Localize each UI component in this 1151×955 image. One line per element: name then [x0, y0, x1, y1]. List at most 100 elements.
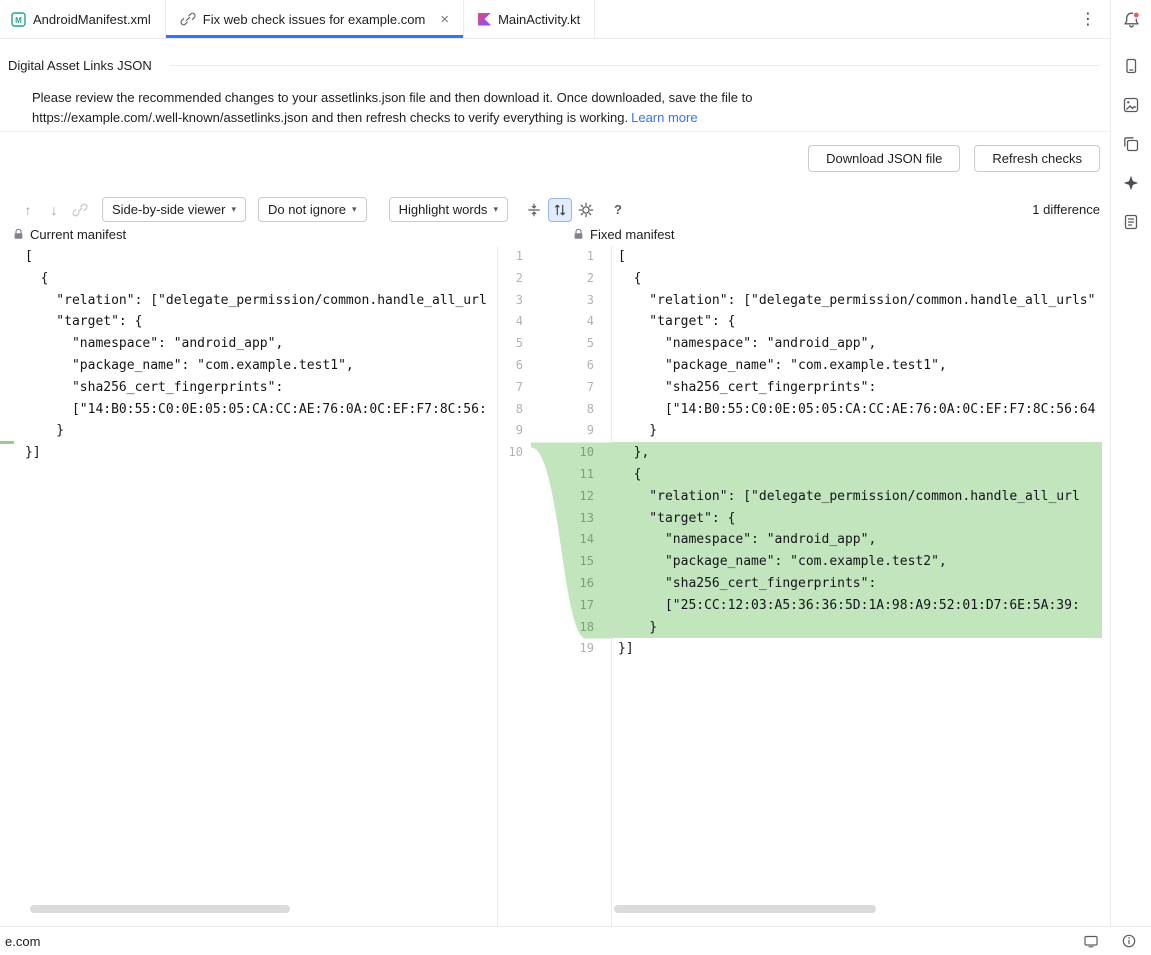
line-number: 7 — [560, 377, 594, 399]
line-number: 3 — [560, 290, 594, 312]
gemini-sparkle-icon — [1122, 174, 1140, 192]
layers-icon — [1122, 135, 1140, 153]
jump-to-source-icon[interactable] — [68, 198, 92, 222]
notifications-button[interactable] — [1118, 7, 1144, 33]
code-line: "namespace": "android_app", — [612, 333, 1102, 355]
right-pane-title: Fixed manifest — [590, 227, 675, 242]
left-horizontal-scrollbar[interactable] — [30, 905, 290, 913]
tab-label: AndroidManifest.xml — [33, 12, 151, 27]
viewer-mode-value: Side-by-side viewer — [112, 202, 225, 217]
right-horizontal-scrollbar[interactable] — [614, 905, 876, 913]
app-quality-insights-button[interactable] — [1118, 209, 1144, 235]
ignore-policy-value: Do not ignore — [268, 202, 346, 217]
code-line: ["14:B0:55:C0:0E:05:05:CA:CC:AE:76:0A:0C… — [0, 399, 497, 421]
diff-viewer: [ { "relation": ["delegate_permission/co… — [0, 246, 1110, 926]
line-number: 18 — [560, 617, 594, 639]
code-line: "sha256_cert_fingerprints": — [612, 377, 1102, 399]
left-pane-title: Current manifest — [30, 227, 126, 242]
section-title: Digital Asset Links JSON — [8, 58, 152, 73]
code-line: { — [612, 268, 1102, 290]
line-number: 13 — [560, 508, 594, 530]
section-title-rule — [170, 65, 1100, 66]
code-line: }] — [612, 638, 1102, 660]
refresh-checks-button[interactable]: Refresh checks — [974, 145, 1100, 172]
code-line: "target": { — [612, 311, 1102, 333]
document-lines-icon — [1122, 213, 1140, 231]
svg-text:M: M — [15, 15, 22, 24]
code-line: "relation": ["delegate_permission/common… — [612, 486, 1102, 508]
highlight-policy-dropdown[interactable]: Highlight words ▾ — [389, 197, 508, 222]
left-line-numbers: 12345678910 — [498, 246, 523, 464]
right-pane-header: Fixed manifest — [573, 227, 675, 242]
code-line: "target": { — [0, 311, 497, 333]
next-difference-icon[interactable]: ↓ — [42, 198, 66, 222]
line-number: 5 — [498, 333, 523, 355]
tab-fix-web-check[interactable]: Fix web check issues for example.com × — [166, 0, 464, 38]
code-line: "sha256_cert_fingerprints": — [0, 377, 497, 399]
tab-androidmanifest[interactable]: M AndroidManifest.xml — [0, 0, 166, 38]
code-line: } — [612, 617, 1102, 639]
code-line: ["25:CC:12:03:A5:36:36:5D:1A:98:A9:52:01… — [612, 595, 1102, 617]
code-line: "namespace": "android_app", — [0, 333, 497, 355]
code-line: { — [612, 464, 1102, 486]
android-studio-window: M AndroidManifest.xml Fix web check issu… — [0, 0, 1151, 955]
right-editor-pane[interactable]: [ { "relation": ["delegate_permission/co… — [612, 246, 1102, 926]
manifest-file-icon: M — [11, 12, 26, 27]
code-line: } — [612, 420, 1102, 442]
highlight-policy-value: Highlight words — [399, 202, 488, 217]
line-number: 2 — [560, 268, 594, 290]
code-line: }] — [0, 442, 497, 464]
line-number: 10 — [560, 442, 594, 464]
code-line: "namespace": "android_app", — [612, 529, 1102, 551]
line-number: 15 — [560, 551, 594, 573]
synchronize-scrolling-icon[interactable] — [548, 198, 572, 222]
notification-dot — [1133, 12, 1139, 18]
panel-divider — [0, 131, 1110, 132]
collapse-unchanged-icon[interactable] — [522, 198, 546, 222]
ignore-policy-dropdown[interactable]: Do not ignore ▾ — [258, 197, 367, 222]
more-options-icon[interactable]: ⋮ — [1080, 0, 1096, 38]
left-editor-pane[interactable]: [ { "relation": ["delegate_permission/co… — [0, 246, 497, 926]
left-pane-header: Current manifest — [13, 227, 126, 242]
right-tool-strip — [1110, 0, 1151, 926]
help-icon[interactable]: ? — [606, 198, 630, 222]
line-number: 9 — [498, 420, 523, 442]
monitor-icon[interactable] — [1083, 933, 1099, 949]
resource-manager-button[interactable] — [1118, 92, 1144, 118]
editor-tab-bar: M AndroidManifest.xml Fix web check issu… — [0, 0, 1110, 39]
kotlin-icon — [478, 13, 491, 26]
difference-count: 1 difference — [1032, 202, 1100, 217]
link-icon — [180, 11, 196, 27]
download-json-button[interactable]: Download JSON file — [808, 145, 960, 172]
action-button-row: Download JSON file Refresh checks — [808, 145, 1100, 172]
diff-gutter: 12345678910 1234567891011121314151617181… — [497, 246, 612, 926]
line-number: 8 — [498, 399, 523, 421]
learn-more-link[interactable]: Learn more — [631, 110, 697, 125]
line-number: 7 — [498, 377, 523, 399]
code-line: "relation": ["delegate_permission/common… — [612, 290, 1102, 312]
device-explorer-button[interactable] — [1118, 131, 1144, 157]
diff-toolbar: ↑ ↓ Side-by-side viewer ▾ Do not ignore … — [16, 196, 1100, 223]
viewer-mode-dropdown[interactable]: Side-by-side viewer ▾ — [102, 197, 246, 222]
gemini-button[interactable] — [1118, 170, 1144, 196]
status-text: e.com — [5, 934, 40, 949]
code-line: "relation": ["delegate_permission/common… — [0, 290, 497, 312]
tab-mainactivity[interactable]: MainActivity.kt — [464, 0, 595, 38]
tab-label: Fix web check issues for example.com — [203, 12, 426, 27]
code-line: "package_name": "com.example.test1", — [612, 355, 1102, 377]
description-line1: Please review the recommended changes to… — [32, 90, 752, 105]
line-number: 11 — [560, 464, 594, 486]
info-icon[interactable] — [1121, 933, 1137, 949]
line-number: 8 — [560, 399, 594, 421]
previous-difference-icon[interactable]: ↑ — [16, 198, 40, 222]
running-devices-icon — [1122, 57, 1140, 75]
line-number: 19 — [560, 638, 594, 660]
description-text: Please review the recommended changes to… — [32, 88, 1091, 128]
running-devices-button[interactable] — [1118, 53, 1144, 79]
line-number: 3 — [498, 290, 523, 312]
code-line: ["14:B0:55:C0:0E:05:05:CA:CC:AE:76:0A:0C… — [612, 399, 1102, 421]
close-tab-icon[interactable]: × — [440, 12, 449, 27]
settings-gear-icon[interactable] — [574, 198, 598, 222]
lock-icon — [573, 228, 584, 241]
line-number: 1 — [498, 246, 523, 268]
